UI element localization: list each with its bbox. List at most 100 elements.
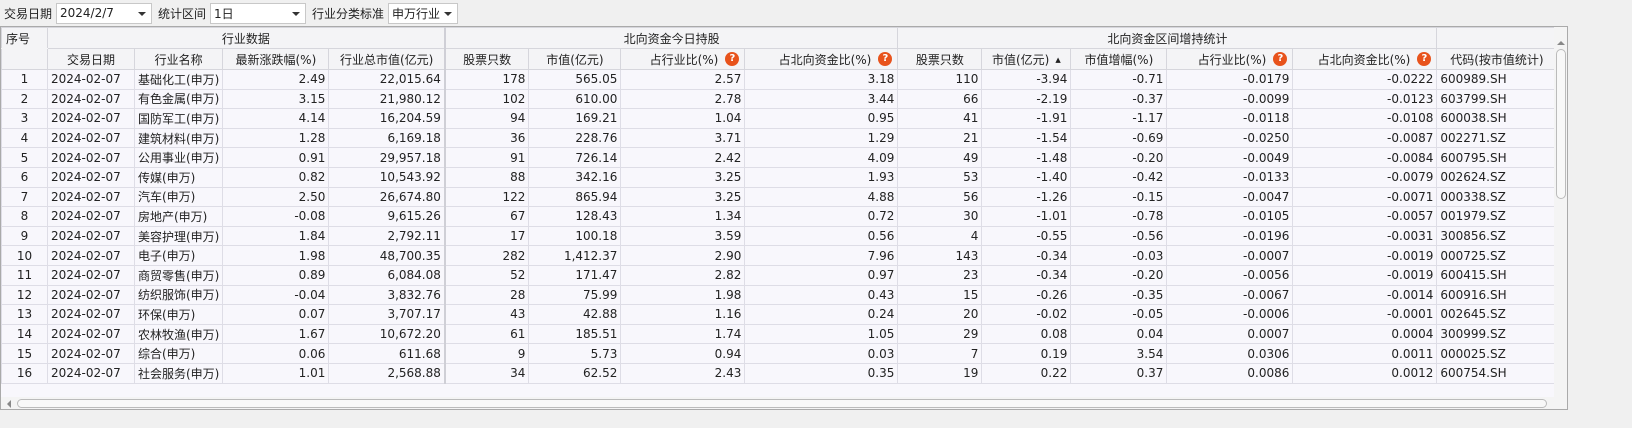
table-cell: 0.07 xyxy=(222,304,330,325)
table-cell: -1.17 xyxy=(1070,108,1168,129)
table-cell: 0.06 xyxy=(222,343,330,364)
chevron-down-icon xyxy=(138,11,147,16)
table-row[interactable]: 11 2024-02-07 商贸零售(申万) 0.89 6,084.08 52 171.47… xyxy=(1,264,1558,286)
table-row[interactable]: 12 2024-02-07 纺织服饰(申万) -0.04 3,832.76 28 75.99… xyxy=(1,284,1558,306)
column-header[interactable]: 行业名称 xyxy=(133,48,224,70)
table-row[interactable]: 3 2024-02-07 国防军工(申万) 4.14 16,204.59 94 169.21… xyxy=(1,108,1558,129)
table-row[interactable]: 13 2024-02-07 环保(申万) 0.07 3,707.17 43 42.88 1.1… xyxy=(1,304,1558,325)
table-cell: 41 xyxy=(897,108,983,129)
table-row[interactable]: 9 2024-02-07 美容护理(申万) 1.84 2,792.11 17 100.18 3… xyxy=(1,225,1558,247)
table-row[interactable]: 15 2024-02-07 综合(申万) 0.06 611.68 9 5.73 0.94 0.0… xyxy=(1,343,1558,364)
table-row[interactable]: 4 2024-02-07 建筑材料(申万) 1.28 6,169.18 36 228.76 3… xyxy=(1,127,1558,149)
table-cell: 16,204.59 xyxy=(328,108,446,129)
table-cell: 600415.SH xyxy=(1436,264,1558,286)
table-cell: 0.08 xyxy=(981,323,1072,345)
table-cell: -1.54 xyxy=(981,127,1072,149)
horizontal-scrollbar[interactable] xyxy=(1,397,1567,409)
table-row[interactable]: 8 2024-02-07 房地产(申万) -0.08 9,615.26 67 128.43 1… xyxy=(1,206,1558,227)
table-cell: 611.68 xyxy=(328,343,446,364)
table-cell: 002645.SZ xyxy=(1436,304,1558,325)
table-cell: 9,615.26 xyxy=(328,206,446,227)
table-cell: 2 xyxy=(1,88,48,110)
chevron-down-icon xyxy=(444,11,453,16)
table-row[interactable]: 16 2024-02-07 社会服务(申万) 1.01 2,568.88 34 62.52 2… xyxy=(1,362,1558,384)
column-header[interactable]: 交易日期 xyxy=(47,48,135,70)
column-header[interactable]: 市值增幅(%) xyxy=(1070,48,1168,70)
column-header[interactable]: 市值(亿元) ▲ xyxy=(981,48,1072,70)
table-row[interactable]: 7 2024-02-07 汽车(申万) 2.50 26,674.80 122 865.94 3… xyxy=(1,186,1558,208)
scroll-left-icon[interactable] xyxy=(7,400,11,408)
table-cell: 23 xyxy=(897,264,983,286)
table-cell: 0.82 xyxy=(222,166,330,188)
table-cell: -0.71 xyxy=(1070,69,1168,90)
table-cell: -2.19 xyxy=(981,88,1072,110)
table-row[interactable]: 1 2024-02-07 基础化工(申万) 2.49 22,015.64 178 565.0… xyxy=(1,69,1558,90)
table-cell: -0.0014 xyxy=(1292,284,1438,306)
table-cell: 社会服务(申万) xyxy=(133,362,224,384)
vertical-scroll-thumb[interactable] xyxy=(1556,49,1566,199)
table-cell: 600916.SH xyxy=(1436,284,1558,306)
table-cell: 1.29 xyxy=(744,127,899,149)
table-row[interactable]: 10 2024-02-07 电子(申万) 1.98 48,700.35 282 1,412.… xyxy=(1,245,1558,266)
column-header[interactable]: 占北向资金比(%)? xyxy=(744,48,899,70)
table-cell: 0.0012 xyxy=(1292,362,1438,384)
table-cell: -1.91 xyxy=(981,108,1072,129)
table-cell: 1.34 xyxy=(620,206,746,227)
column-header[interactable]: 最新涨跌幅(%) xyxy=(222,48,330,70)
table-cell: -0.0056 xyxy=(1166,264,1294,286)
standard-select[interactable]: 申万行业 xyxy=(388,2,459,24)
table-row[interactable]: 14 2024-02-07 农林牧渔(申万) 1.67 10,672.20 61 185.5… xyxy=(1,323,1558,345)
period-select[interactable]: 1日 xyxy=(210,2,307,24)
table-cell: 2024-02-07 xyxy=(47,108,135,129)
scroll-up-icon[interactable] xyxy=(1557,41,1565,45)
vertical-scrollbar[interactable] xyxy=(1554,27,1567,397)
table-cell: 1 xyxy=(1,69,48,90)
help-icon[interactable]: ? xyxy=(878,52,893,66)
header-index[interactable]: 序号 xyxy=(1,27,48,49)
table-cell: 002624.SZ xyxy=(1436,166,1558,188)
table-cell: 2024-02-07 xyxy=(47,166,135,188)
help-icon[interactable]: ? xyxy=(725,52,740,66)
table-cell: 纺织服饰(申万) xyxy=(133,284,224,306)
table-row[interactable]: 5 2024-02-07 公用事业(申万) 0.91 29,957.18 91 726.14… xyxy=(1,147,1558,168)
table-cell: 43 xyxy=(444,304,530,325)
table-cell: 30 xyxy=(897,206,983,227)
column-header[interactable]: 股票只数 xyxy=(444,48,530,70)
chevron-down-icon xyxy=(292,11,301,16)
table-cell: 565.05 xyxy=(528,69,622,90)
column-header-label: 占北向资金比(%) xyxy=(1317,52,1411,67)
table-cell: 603799.SH xyxy=(1436,88,1558,110)
table-row[interactable]: 6 2024-02-07 传媒(申万) 0.82 10,543.92 88 342.16 3.… xyxy=(1,166,1558,188)
table-cell: 房地产(申万) xyxy=(133,206,224,227)
table-cell: 建筑材料(申万) xyxy=(133,127,224,149)
table-cell: 汽车(申万) xyxy=(133,186,224,208)
horizontal-scroll-thumb[interactable] xyxy=(17,399,1547,408)
table-row[interactable]: 2 2024-02-07 有色金属(申万) 3.15 21,980.12 102 610.0… xyxy=(1,88,1558,110)
help-icon[interactable]: ? xyxy=(1417,52,1432,66)
table-cell: 2.90 xyxy=(620,245,746,266)
column-header[interactable]: 占行业比(%)? xyxy=(1166,48,1294,70)
column-header[interactable]: 股票只数 xyxy=(897,48,983,70)
table-cell: 2.82 xyxy=(620,264,746,286)
help-icon[interactable]: ? xyxy=(1273,52,1288,66)
table-cell: -0.04 xyxy=(222,284,330,306)
column-header[interactable]: 行业总市值(亿元) xyxy=(328,48,446,70)
table-cell: 7.96 xyxy=(744,245,899,266)
table-cell: 0.24 xyxy=(744,304,899,325)
table-cell: -1.48 xyxy=(981,147,1072,168)
table-cell: -0.0250 xyxy=(1166,127,1294,149)
table-cell: 52 xyxy=(444,264,530,286)
column-header[interactable]: 占行业比(%)? xyxy=(620,48,746,70)
table-cell: 7 xyxy=(1,186,48,208)
table-cell: 2024-02-07 xyxy=(47,323,135,345)
table-cell: 3 xyxy=(1,108,48,129)
table-cell: 3.71 xyxy=(620,127,746,149)
table-cell: 2024-02-07 xyxy=(47,264,135,286)
column-header[interactable]: 代码(按市值统计) xyxy=(1436,48,1558,70)
trade-date-select[interactable]: 2024/2/7 xyxy=(56,2,153,24)
column-header[interactable]: 市值(亿元) xyxy=(528,48,622,70)
column-header[interactable]: 占北向资金比(%)? xyxy=(1292,48,1438,70)
table-cell: 21 xyxy=(897,127,983,149)
table-cell: 600989.SH xyxy=(1436,69,1558,90)
table-cell: 商贸零售(申万) xyxy=(133,264,224,286)
